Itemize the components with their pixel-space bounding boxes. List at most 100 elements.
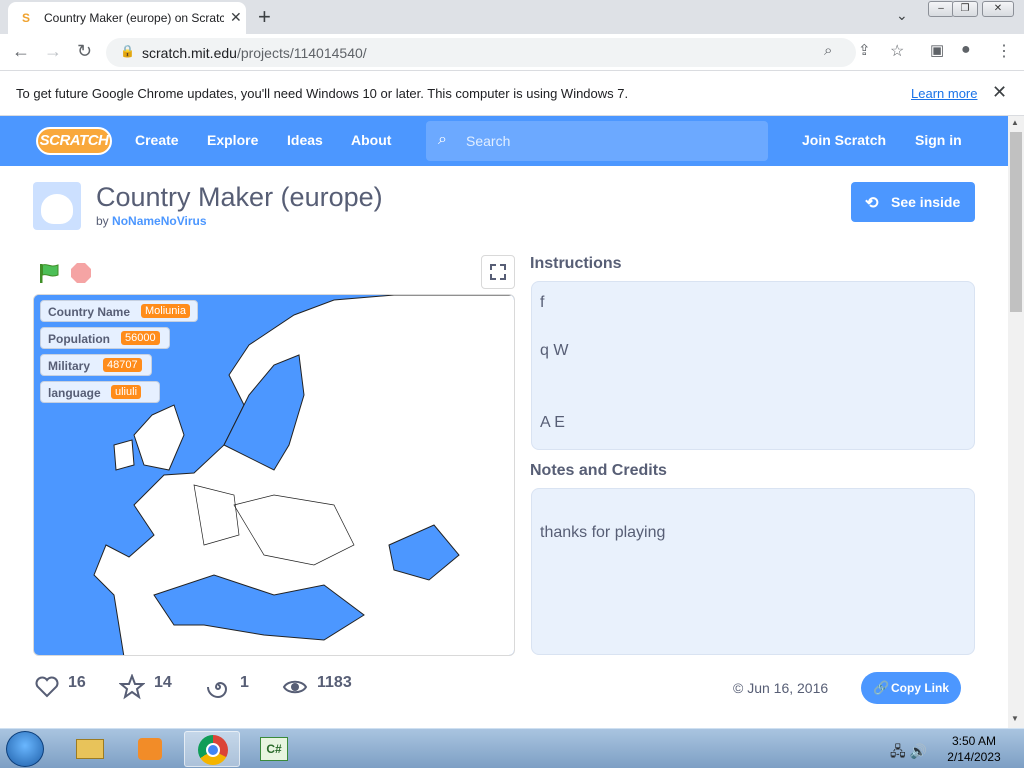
nav-explore[interactable]: Explore — [207, 132, 258, 148]
explorer-taskbar-icon[interactable] — [62, 731, 118, 767]
profile-avatar-icon[interactable]: ● — [961, 41, 971, 59]
green-flag-icon[interactable] — [38, 262, 60, 284]
menu-kebab-icon[interactable]: ⋮ — [996, 41, 1012, 61]
copy-link-label: Copy Link — [891, 681, 950, 695]
csharp-app-taskbar-icon[interactable]: C# — [246, 731, 302, 767]
monitor-label: Military — [48, 359, 91, 373]
instructions-box: f q W A E — [531, 281, 975, 450]
star-icon[interactable] — [119, 674, 145, 700]
shared-date: © Jun 16, 2016 — [733, 680, 829, 696]
monitor-label: Population — [48, 332, 110, 346]
monitor-value: 56000 — [121, 331, 160, 345]
monitor-military: Military 48707 — [40, 354, 152, 376]
reload-icon[interactable]: ↻ — [77, 41, 92, 62]
favorites-count: 14 — [154, 674, 172, 691]
scratch-cat-icon — [41, 194, 73, 224]
chrome-taskbar-icon[interactable] — [184, 731, 240, 767]
close-window-button[interactable]: ✕ — [982, 1, 1014, 17]
nav-ideas[interactable]: Ideas — [287, 132, 323, 148]
system-tray-network-volume-icon[interactable]: 🖧 🔊 — [890, 741, 927, 765]
page-scrollbar[interactable]: ▲ ▼ — [1008, 116, 1024, 728]
remix-spiral-icon — [207, 681, 228, 699]
scrollbar-thumb[interactable] — [1010, 132, 1022, 312]
windows-taskbar: C# 🖧 🔊 3:50 AM 2/14/2023 — [0, 728, 1024, 768]
instructions-line: A E — [540, 414, 565, 431]
tab-strip: S Country Maker (europe) on Scratch ✕ + … — [0, 0, 1024, 34]
notes-box: thanks for playing — [531, 488, 975, 655]
lock-icon[interactable]: 🔒 — [120, 44, 135, 58]
zoom-search-icon[interactable]: ⌕ — [824, 42, 832, 59]
learn-more-link[interactable]: Learn more — [911, 86, 977, 101]
taskbar-clock[interactable]: 3:50 AM 2/14/2023 — [944, 733, 1004, 765]
tab-close-icon[interactable]: ✕ — [230, 9, 242, 26]
tab-search-chevron-icon[interactable]: ⌄ — [896, 7, 908, 24]
link-icon: 🔗 — [873, 680, 890, 695]
join-scratch-link[interactable]: Join Scratch — [802, 132, 886, 148]
search-icon: ⌕ — [438, 131, 447, 148]
monitor-label: language — [48, 386, 101, 400]
share-icon[interactable]: ⇪ — [858, 41, 871, 59]
by-label: by — [96, 214, 109, 228]
remix-arrows-icon: ⟲ — [865, 195, 879, 212]
scratch-logo[interactable]: SCRATCH — [36, 127, 112, 155]
monitor-value: Moliunia — [141, 304, 190, 318]
heart-icon[interactable] — [34, 674, 60, 700]
project-title: Country Maker (europe) — [96, 182, 383, 212]
browser-toolbar: ← → ↻ 🔒 scratch.mit.edu/projects/1140145… — [0, 34, 1024, 71]
monitor-value: 48707 — [103, 358, 142, 372]
instructions-line: q W — [540, 342, 569, 359]
scroll-up-arrow-icon[interactable]: ▲ — [1011, 118, 1019, 127]
notes-text: thanks for playing — [540, 524, 666, 541]
monitor-value: uliuli — [111, 385, 142, 399]
scratch-favicon-icon: S — [22, 11, 31, 25]
browser-tab[interactable]: S Country Maker (europe) on Scratch ✕ — [8, 2, 246, 34]
see-inside-button[interactable]: ⟲ See inside — [851, 182, 975, 222]
minimize-button[interactable]: – — [928, 1, 954, 17]
bookmark-star-icon[interactable]: ☆ — [890, 41, 904, 61]
sign-in-link[interactable]: Sign in — [915, 132, 962, 148]
start-button[interactable] — [6, 731, 44, 767]
see-inside-label: See inside — [891, 194, 961, 210]
address-bar[interactable]: 🔒 scratch.mit.edu/projects/114014540/ ⌕ — [106, 38, 856, 67]
new-tab-icon[interactable]: + — [258, 4, 271, 30]
search-input[interactable] — [466, 121, 756, 161]
side-panel-icon[interactable]: ▣ — [930, 41, 944, 59]
fullscreen-icon — [490, 264, 506, 280]
stop-sign-icon[interactable] — [70, 262, 92, 284]
project-byline: by NoNameNoVirus — [96, 214, 207, 228]
monitor-country-name: Country Name Moliunia — [40, 300, 198, 322]
infobar-text: To get future Google Chrome updates, you… — [16, 86, 629, 101]
clock-time: 3:50 AM — [951, 734, 997, 748]
project-stage[interactable]: Country Name Moliunia Population 56000 M… — [33, 294, 515, 656]
infobar-close-icon[interactable]: ✕ — [992, 82, 1007, 103]
author-avatar[interactable] — [33, 182, 81, 230]
monitor-language: language uliuli — [40, 381, 160, 403]
media-player-taskbar-icon[interactable] — [122, 731, 178, 767]
search-box: ⌕ — [426, 121, 768, 161]
forward-icon[interactable]: → — [44, 41, 62, 62]
views-count: 1183 — [317, 674, 352, 691]
nav-create[interactable]: Create — [135, 132, 179, 148]
maximize-button[interactable]: ❐ — [952, 1, 978, 17]
nav-about[interactable]: About — [351, 132, 391, 148]
tab-title: Country Maker (europe) on Scratch — [44, 11, 224, 25]
remixes-count: 1 — [240, 674, 249, 691]
update-infobar: To get future Google Chrome updates, you… — [0, 72, 1024, 116]
back-icon[interactable]: ← — [12, 41, 30, 62]
copy-link-button[interactable]: 🔗 Copy Link — [861, 672, 961, 704]
europe-map[interactable] — [34, 295, 515, 656]
author-link[interactable]: NoNameNoVirus — [112, 214, 206, 228]
notes-title: Notes and Credits — [530, 462, 667, 479]
fullscreen-button[interactable] — [481, 255, 515, 289]
url-text[interactable]: scratch.mit.edu/projects/114014540/ — [142, 45, 367, 61]
eye-views-icon — [282, 680, 308, 694]
instructions-title: Instructions — [530, 255, 622, 272]
monitor-population: Population 56000 — [40, 327, 170, 349]
clock-date: 2/14/2023 — [947, 750, 1001, 764]
project-page: Country Maker (europe) by NoNameNoVirus … — [0, 166, 1008, 728]
scratch-navbar: SCRATCH Create Explore Ideas About ⌕ Joi… — [0, 116, 1008, 166]
loves-count: 16 — [68, 674, 86, 691]
instructions-line: f — [540, 294, 545, 311]
monitor-label: Country Name — [48, 305, 131, 319]
scroll-down-arrow-icon[interactable]: ▼ — [1011, 714, 1019, 723]
